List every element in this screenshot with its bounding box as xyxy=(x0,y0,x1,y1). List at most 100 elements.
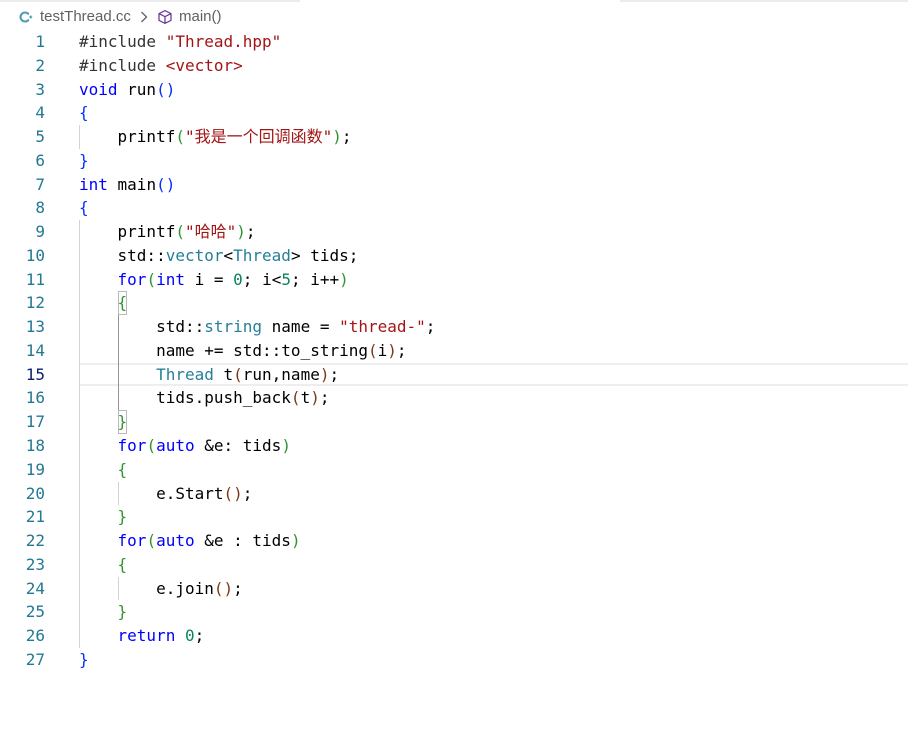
code-token: #include xyxy=(79,32,166,51)
indent-guide xyxy=(79,338,80,363)
code-token: t xyxy=(213,364,234,384)
current-code-line[interactable]: Thread t(run,name); xyxy=(79,362,908,387)
code-row: 16 tids.push_back(t); xyxy=(0,386,908,411)
line-number[interactable]: 19 xyxy=(0,458,45,482)
line-number[interactable]: 8 xyxy=(0,196,45,220)
code-token: } xyxy=(79,150,89,170)
code-line[interactable]: for(int i = 0; i<5; i++) xyxy=(79,267,908,292)
indent-guide xyxy=(79,529,80,553)
indent-guide xyxy=(79,243,80,268)
code-line[interactable]: #include "Thread.hpp" xyxy=(79,30,908,54)
line-number[interactable]: 7 xyxy=(0,173,45,197)
code-line[interactable]: { xyxy=(79,291,908,316)
code-line[interactable]: name += std::to_string(i); xyxy=(79,338,908,363)
code-token: Thread xyxy=(156,364,214,384)
line-number[interactable]: 6 xyxy=(0,149,45,173)
line-number[interactable]: 10 xyxy=(0,244,45,268)
code-line[interactable]: int main() xyxy=(79,173,908,197)
line-number[interactable]: 2 xyxy=(0,54,45,78)
line-number[interactable]: 17 xyxy=(0,410,45,434)
code-row: 8{ xyxy=(0,196,908,220)
code-token: auto xyxy=(156,436,195,456)
code-line[interactable]: #include <vector> xyxy=(79,54,908,78)
breadcrumb-symbol[interactable]: main() xyxy=(179,6,222,28)
code-token: > tids; xyxy=(290,245,359,265)
code-token: for xyxy=(117,436,147,456)
code-token: vector xyxy=(165,245,224,265)
code-token: () xyxy=(156,79,176,99)
line-number[interactable]: 4 xyxy=(0,101,45,125)
line-number[interactable]: 16 xyxy=(0,386,45,410)
code-token: main xyxy=(107,174,157,194)
code-line[interactable]: { xyxy=(79,101,908,125)
line-number[interactable]: 18 xyxy=(0,434,45,458)
code-token: 0 xyxy=(233,269,243,289)
code-token: ; i< xyxy=(242,269,282,289)
code-token: string xyxy=(204,317,263,337)
code-token: "thread-" xyxy=(339,317,426,337)
line-number[interactable]: 21 xyxy=(0,505,45,529)
indent-guide xyxy=(79,362,80,387)
code-row: 7 int main() xyxy=(0,173,908,197)
code-line[interactable]: { xyxy=(79,552,908,577)
line-number[interactable]: 26 xyxy=(0,624,45,648)
line-number[interactable]: 13 xyxy=(0,315,45,339)
line-number[interactable]: 27 xyxy=(0,648,45,672)
line-number[interactable]: 5 xyxy=(0,125,45,149)
code-line[interactable]: printf("我是一个回调函数"); xyxy=(79,125,908,149)
breadcrumb-file[interactable]: testThread.cc xyxy=(40,6,131,28)
line-number[interactable]: 11 xyxy=(0,268,45,292)
code-token: ) xyxy=(290,531,301,551)
indent-guide xyxy=(79,457,80,482)
code-line[interactable]: } xyxy=(79,648,908,672)
code-token: } xyxy=(117,507,128,527)
code-line[interactable]: return 0; xyxy=(79,624,908,648)
code-line[interactable]: { xyxy=(79,457,908,482)
code-row: 1 #include "Thread.hpp" xyxy=(0,30,908,54)
code-row: 23 { xyxy=(0,552,908,577)
code-line[interactable]: std::string name = "thread-"; xyxy=(79,315,908,339)
line-number[interactable]: 22 xyxy=(0,529,45,553)
indent-guide xyxy=(79,434,80,458)
code-token: < xyxy=(223,245,234,265)
code-row: 14 name += std::to_string(i); xyxy=(0,338,908,363)
line-number[interactable]: 25 xyxy=(0,600,45,624)
code-token: name += std::to_string xyxy=(156,340,368,360)
code-token: { xyxy=(79,103,89,123)
code-line[interactable]: } xyxy=(79,505,908,530)
code-line[interactable]: printf("哈哈"); xyxy=(79,220,908,244)
line-number[interactable]: 14 xyxy=(0,339,45,363)
line-number[interactable]: 12 xyxy=(0,291,45,315)
code-row: 6} xyxy=(0,149,908,173)
code-line[interactable]: e.Start(); xyxy=(79,481,908,506)
line-number[interactable]: 15 xyxy=(0,363,45,387)
code-line[interactable]: for(auto &e: tids) xyxy=(79,434,908,458)
code-line[interactable]: tids.push_back(t); xyxy=(79,386,908,411)
code-row: 18 for(auto &e: tids) xyxy=(0,434,908,458)
line-number[interactable]: 24 xyxy=(0,577,45,601)
code-line[interactable]: } xyxy=(79,149,908,173)
code-token: ; xyxy=(425,317,436,337)
line-number[interactable]: 3 xyxy=(0,78,45,102)
code-line[interactable]: void run() xyxy=(79,78,908,102)
code-line[interactable]: } xyxy=(79,410,908,435)
code-line[interactable]: } xyxy=(79,600,908,625)
code-line[interactable]: std::vector<Thread> tids; xyxy=(79,243,908,268)
line-number[interactable]: 23 xyxy=(0,553,45,577)
code-token: for xyxy=(117,531,147,551)
code-token: ( xyxy=(367,340,378,360)
indent-guide xyxy=(79,576,80,601)
line-number[interactable]: 9 xyxy=(0,220,45,244)
code-token: } xyxy=(79,649,89,669)
code-token: ( xyxy=(175,127,185,147)
code-line[interactable]: for(auto &e : tids) xyxy=(79,529,908,553)
line-number[interactable]: 20 xyxy=(0,482,45,506)
line-number[interactable]: 1 xyxy=(0,30,45,54)
code-token: "哈哈" xyxy=(184,222,237,242)
code-line[interactable]: { xyxy=(79,196,908,220)
code-token: run xyxy=(117,79,157,99)
code-line[interactable]: e.join(); xyxy=(79,576,908,601)
method-cube-icon xyxy=(157,6,173,28)
code-token: i xyxy=(377,340,388,360)
code-row: 2 #include <vector> xyxy=(0,54,908,78)
